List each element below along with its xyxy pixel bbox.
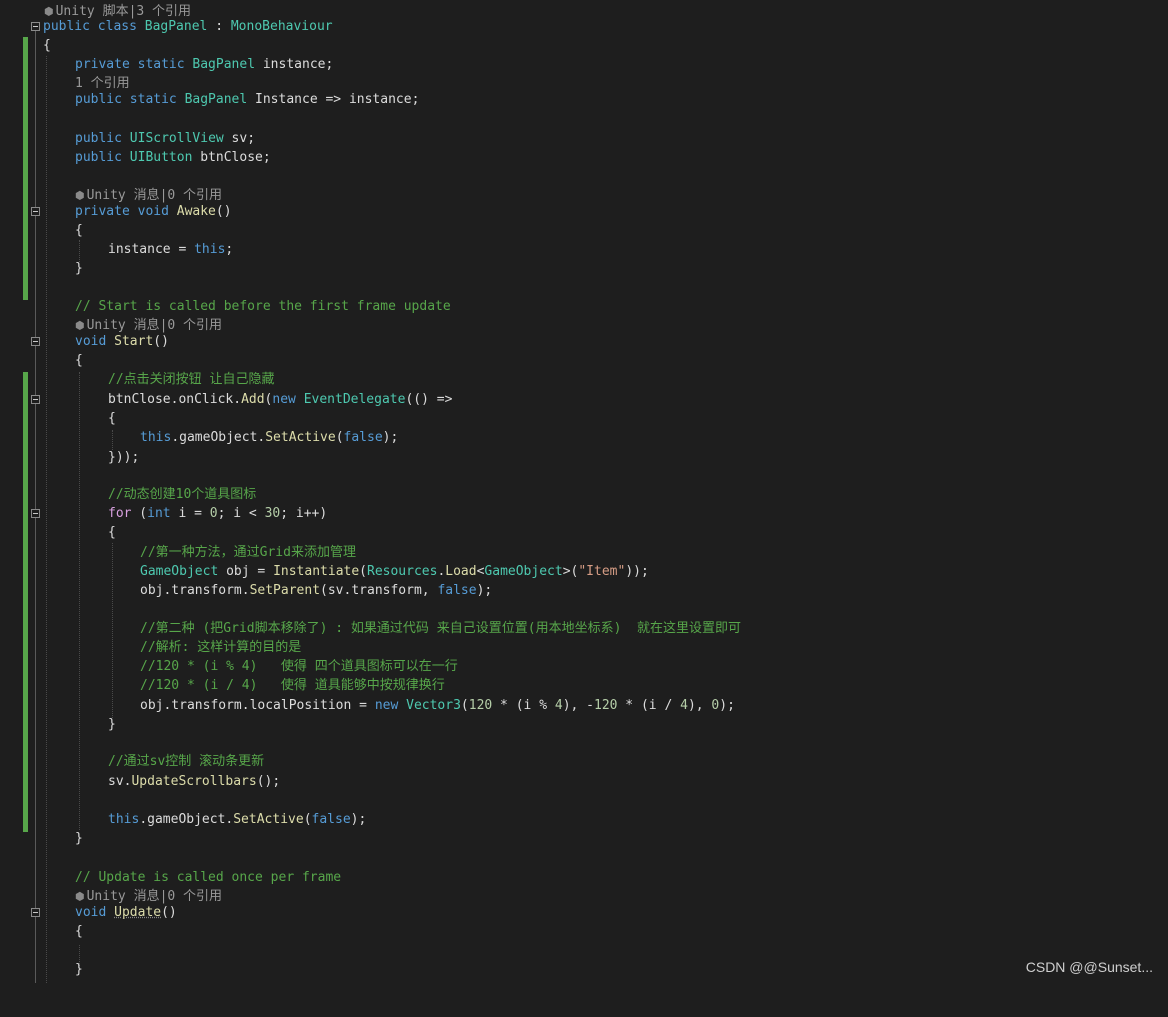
code-line: public static BagPanel Instance => insta… (75, 92, 420, 107)
code-line: obj.transform.SetParent(sv.transform, fa… (140, 583, 493, 598)
code-line: private static BagPanel instance; (75, 57, 334, 72)
code-line: } (75, 831, 83, 846)
code-line: //120 * (i % 4) 使得 四个道具图标可以在一行 (140, 659, 458, 674)
code-line: void Update() (75, 905, 177, 920)
code-line: sv.UpdateScrollbars(); (108, 774, 281, 789)
unity-cube-icon: ⬢ (75, 890, 85, 903)
code-line: // Update is called once per frame (75, 870, 342, 885)
code-editor[interactable]: ⬢ Unity 脚本|3 个引用 public class BagPanel : … (0, 0, 1168, 983)
code-line: private void Awake() (75, 204, 232, 219)
code-line: //通过sv控制 滚动条更新 (108, 754, 265, 769)
code-line: GameObject obj = Instantiate(Resources.L… (140, 564, 649, 579)
code-line: { (75, 924, 83, 939)
code-line: })); (108, 450, 140, 465)
code-line: { (75, 223, 83, 238)
code-line: } (108, 717, 116, 732)
code-line: for (int i = 0; i < 30; i++) (108, 506, 328, 521)
code-line: { (43, 38, 51, 53)
watermark: CSDN @@Sunset... (1025, 959, 1153, 975)
code-line: //点击关闭按钮 让自己隐藏 (108, 372, 275, 387)
code-line: this.gameObject.SetActive(false); (140, 430, 399, 445)
code-line: //第一种方法，通过Grid来添加管理 (140, 545, 356, 560)
code-line: } (75, 261, 83, 276)
code-line: public class BagPanel : MonoBehaviour (43, 19, 333, 34)
code-line: void Start() (75, 334, 169, 349)
code-line: // Start is called before the first fram… (75, 299, 451, 314)
code-line: public UIScrollView sv; (75, 131, 256, 146)
code-line: { (108, 525, 116, 540)
code-line: instance = this; (108, 242, 234, 257)
code-line: public UIButton btnClose; (75, 150, 271, 165)
code-line: //解析: 这样计算的目的是 (140, 640, 302, 655)
code-line: { (108, 411, 116, 426)
code-line: this.gameObject.SetActive(false); (108, 812, 367, 827)
code-line: //第二种 (把Grid脚本移除了) : 如果通过代码 来自己设置位置(用本地坐… (140, 621, 742, 636)
code-line: obj.transform.localPosition = new Vector… (140, 698, 735, 713)
unity-cube-icon: ⬢ (75, 319, 85, 332)
code-line: { (75, 353, 83, 368)
code-line: //动态创建10个道具图标 (108, 487, 257, 502)
unity-cube-icon: ⬢ (75, 189, 85, 202)
code-line: //120 * (i / 4) 使得 道具能够中按规律换行 (140, 678, 445, 693)
code-line: } (75, 962, 83, 977)
code-line: btnClose.onClick.Add(new EventDelegate((… (108, 392, 453, 407)
